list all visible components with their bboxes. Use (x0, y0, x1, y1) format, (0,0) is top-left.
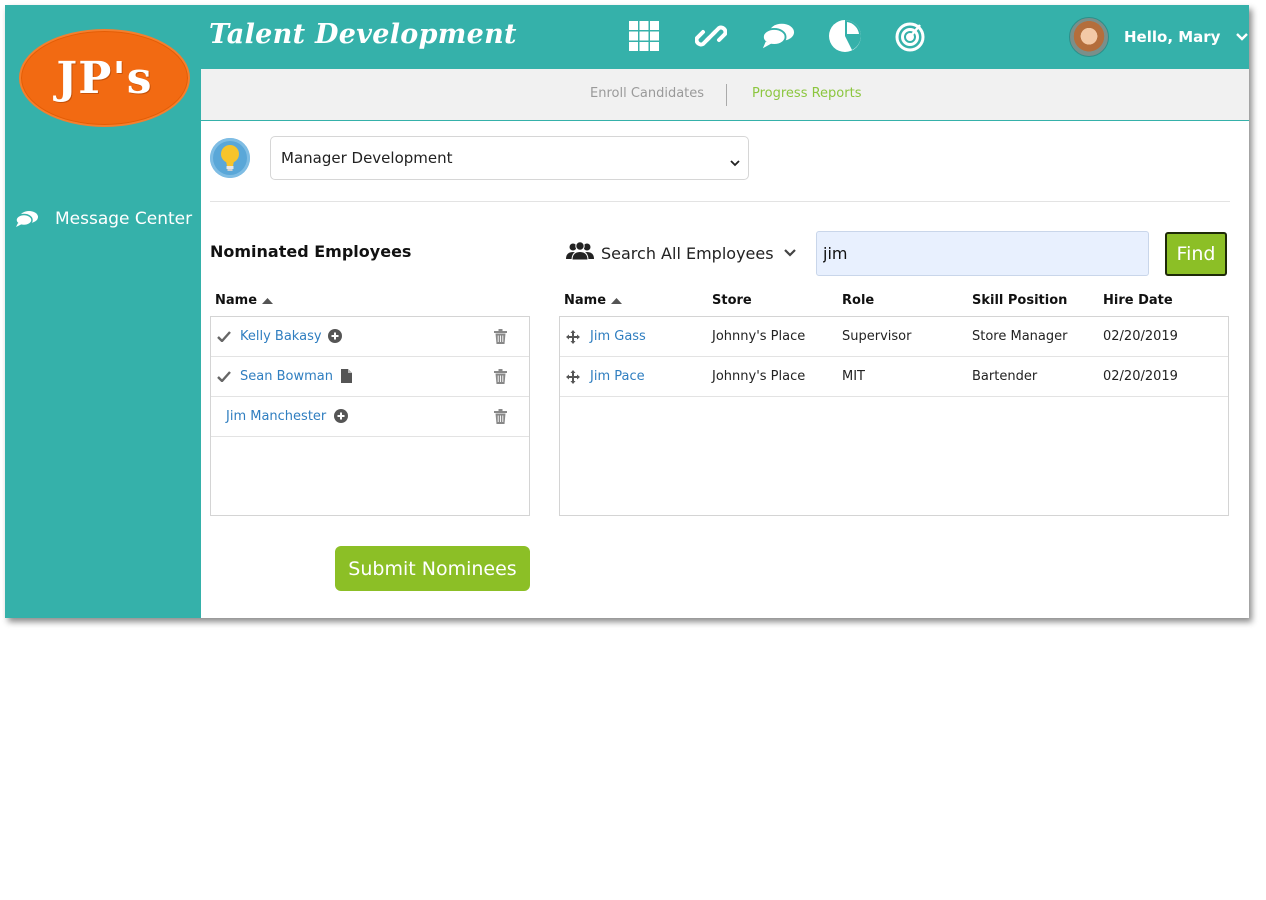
chevron-down-icon[interactable] (1236, 33, 1249, 41)
pie-chart-icon[interactable] (828, 19, 862, 53)
avatar[interactable] (1069, 17, 1109, 57)
search-results-table: Jim Gass Johnny's Place Supervisor Store… (559, 316, 1229, 516)
table-row[interactable]: Jim Pace Johnny's Place MIT Bartender 02… (560, 357, 1228, 397)
table-row: Jim Manchester (211, 397, 529, 437)
chat-icon[interactable] (761, 19, 795, 53)
nominee-name[interactable]: Kelly Bakasy (240, 329, 322, 344)
employee-skill-position: Store Manager (972, 329, 1068, 344)
sort-up-icon (610, 297, 623, 305)
user-menu[interactable]: Hello, Mary (1069, 17, 1249, 57)
nominated-employees-table: Kelly Bakasy Sean Bowman Jim Manchester (210, 316, 530, 516)
app-title: Talent Development (209, 19, 517, 50)
employee-hire-date: 02/20/2019 (1103, 369, 1178, 384)
app-window: JP's Message Center Talent Development H… (5, 5, 1249, 618)
employee-name[interactable]: Jim Pace (590, 369, 645, 384)
link-icon[interactable] (694, 19, 728, 53)
checkmark-icon (217, 371, 231, 382)
table-row: Sean Bowman (211, 357, 529, 397)
drag-move-icon[interactable] (566, 330, 580, 344)
submit-nominees-button[interactable]: Submit Nominees (335, 546, 530, 591)
drag-move-icon[interactable] (566, 370, 580, 384)
plus-circle-icon[interactable] (328, 329, 342, 343)
table-row: Kelly Bakasy (211, 317, 529, 357)
employee-skill-position: Bartender (972, 369, 1038, 384)
search-input[interactable] (816, 231, 1149, 276)
search-scope-dropdown[interactable]: Search All Employees (565, 241, 796, 265)
employee-name[interactable]: Jim Gass (590, 329, 646, 344)
sidebar-item-message-center[interactable]: Message Center (15, 207, 192, 231)
nominated-employees-title: Nominated Employees (210, 242, 412, 261)
employee-hire-date: 02/20/2019 (1103, 329, 1178, 344)
program-select[interactable]: Manager Development (270, 136, 749, 180)
brand-logo[interactable]: JP's (19, 29, 190, 127)
chevron-down-icon (783, 249, 796, 257)
trash-icon[interactable] (494, 409, 507, 424)
employee-store: Johnny's Place (712, 329, 806, 344)
target-icon[interactable] (893, 19, 927, 53)
users-icon (565, 241, 595, 265)
employee-store: Johnny's Place (712, 369, 806, 384)
plus-circle-icon[interactable] (334, 409, 348, 423)
table-row[interactable]: Jim Gass Johnny's Place Supervisor Store… (560, 317, 1228, 357)
employee-role: MIT (842, 369, 865, 384)
column-header-label: Name (564, 293, 607, 308)
top-header: Talent Development Hello, Mary (201, 5, 1249, 69)
employee-role: Supervisor (842, 329, 912, 344)
section-divider (210, 201, 1230, 202)
program-select-value: Manager Development (281, 149, 453, 167)
sidebar-item-label: Message Center (55, 209, 193, 229)
lightbulb-icon (210, 138, 250, 178)
tab-progress-reports[interactable]: Progress Reports (752, 86, 861, 101)
find-button[interactable]: Find (1165, 232, 1227, 276)
nominee-name[interactable]: Jim Manchester (226, 409, 326, 424)
results-column-role[interactable]: Role (842, 293, 874, 308)
nominated-column-name[interactable]: Name (215, 293, 274, 308)
results-column-hire-date[interactable]: Hire Date (1103, 293, 1173, 308)
logo-text: JP's (56, 52, 153, 104)
trash-icon[interactable] (494, 329, 507, 344)
results-column-name[interactable]: Name (564, 293, 623, 308)
sort-up-icon (261, 297, 274, 305)
chevron-down-icon (730, 152, 740, 171)
nominee-name[interactable]: Sean Bowman (240, 369, 333, 384)
document-icon[interactable] (341, 369, 352, 383)
trash-icon[interactable] (494, 369, 507, 384)
sidebar: JP's Message Center (5, 5, 201, 618)
user-greeting: Hello, Mary (1124, 28, 1221, 46)
tab-enroll-candidates[interactable]: Enroll Candidates (590, 86, 704, 101)
checkmark-icon (217, 331, 231, 342)
chat-icon (15, 210, 41, 228)
results-column-skill-position[interactable]: Skill Position (972, 293, 1067, 308)
results-column-store[interactable]: Store (712, 293, 752, 308)
search-scope-label: Search All Employees (601, 243, 774, 263)
sub-navigation: Enroll Candidates Progress Reports (201, 69, 1249, 121)
grid-icon[interactable] (627, 19, 661, 53)
column-header-label: Name (215, 293, 258, 308)
tab-divider (726, 84, 727, 106)
